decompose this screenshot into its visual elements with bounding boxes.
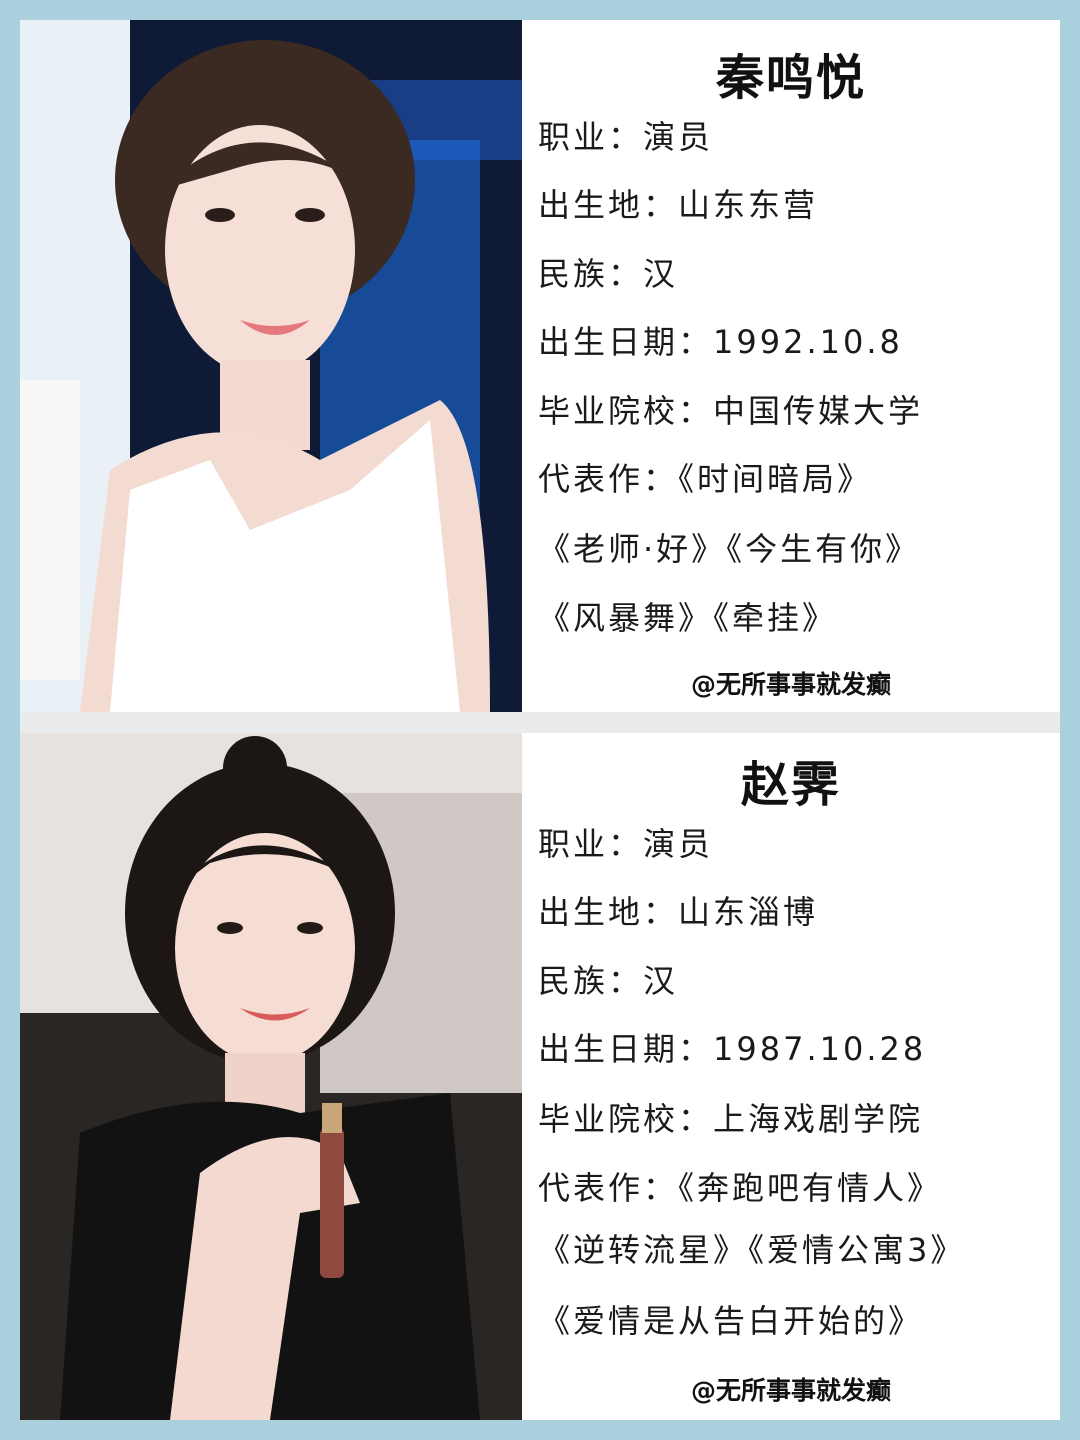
info-works: 代表作：《奔跑吧有情人》	[538, 1169, 943, 1207]
info-birthdate: 出生日期：1987.10.28	[538, 1030, 927, 1068]
profile-card-2: 赵霁 职业：演员 出生地：山东淄博 民族：汉 出生日期：1987.10.28 毕…	[20, 733, 1060, 1420]
portrait-illustration	[20, 20, 522, 712]
info-works-cont: 《老师·好》《今生有你》	[538, 530, 921, 568]
info-works-cont: 《风暴舞》《牵挂》	[538, 599, 838, 637]
profile-photo-1	[20, 20, 522, 712]
portrait-illustration	[20, 733, 522, 1420]
watermark: @无所事事就发癫	[690, 670, 891, 699]
info-card-1: 秦鸣悦 职业：演员 出生地：山东东营 民族：汉 出生日期：1992.10.8 毕…	[522, 20, 1060, 712]
info-card-2: 赵霁 职业：演员 出生地：山东淄博 民族：汉 出生日期：1987.10.28 毕…	[522, 733, 1060, 1420]
info-birthdate: 出生日期：1992.10.8	[538, 323, 903, 361]
divider	[20, 712, 1060, 733]
profile-card-1: 秦鸣悦 职业：演员 出生地：山东东营 民族：汉 出生日期：1992.10.8 毕…	[20, 20, 1060, 712]
profile-photo-2	[20, 733, 522, 1420]
info-birthplace: 出生地：山东东营	[538, 186, 819, 224]
watermark: @无所事事就发癫	[690, 1376, 891, 1405]
info-school: 毕业院校：中国传媒大学	[538, 392, 924, 430]
info-occupation: 职业：演员	[538, 825, 714, 863]
info-birthplace: 出生地：山东淄博	[538, 893, 819, 931]
info-ethnicity: 民族：汉	[538, 255, 679, 293]
info-occupation: 职业：演员	[538, 118, 714, 156]
info-works-cont: 《逆转流星》《爱情公寓3》	[538, 1231, 966, 1269]
info-ethnicity: 民族：汉	[538, 962, 679, 1000]
info-works-cont: 《爱情是从告白开始的》	[538, 1302, 924, 1340]
info-school: 毕业院校：上海戏剧学院	[538, 1100, 924, 1138]
person-name: 秦鸣悦	[715, 50, 866, 106]
person-name: 赵霁	[740, 757, 841, 813]
info-works: 代表作：《时间暗局》	[538, 460, 873, 498]
